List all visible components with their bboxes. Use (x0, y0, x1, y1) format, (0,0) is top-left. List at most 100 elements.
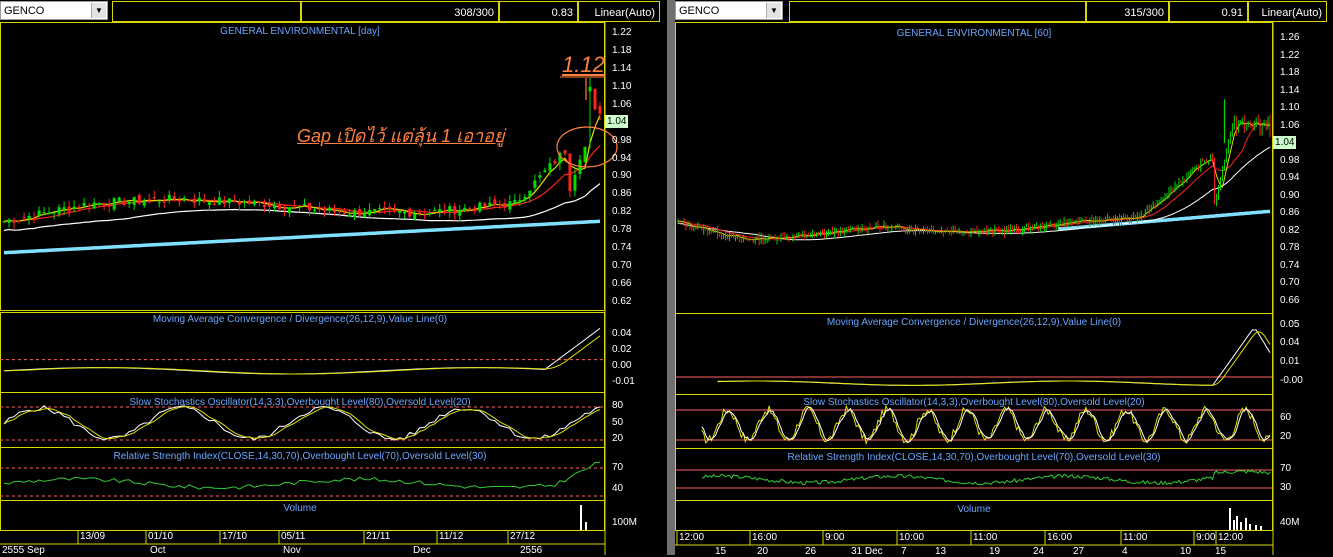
candle-left (2, 221, 6, 223)
symbol-select-right-value: GENCO (679, 5, 720, 17)
rsi-line-right (701, 469, 1271, 486)
candle-left (308, 202, 312, 211)
candle-left (413, 213, 417, 220)
candle-left (518, 200, 522, 203)
left-chart-canvas (0, 22, 618, 555)
header-count-right: 315/300 (1086, 1, 1169, 22)
candle-left (52, 212, 56, 214)
price-tick-right-14: 0.66 (1280, 295, 1300, 306)
x-tick2-right-5: 13 (935, 546, 947, 557)
candle-left (247, 200, 251, 204)
pane-splitter[interactable] (667, 0, 675, 555)
rsi-line-left (3, 461, 601, 490)
candle-left (473, 207, 477, 212)
price-tick-left-0: 1.22 (612, 27, 632, 38)
candle-left (77, 206, 81, 208)
candle-left (408, 208, 412, 217)
candle-left (252, 200, 256, 205)
x-tick-right-6: 11:00 (1123, 532, 1148, 543)
x-tick-right-7: 9:00 (1196, 532, 1216, 543)
candle-left (523, 197, 527, 201)
candle-left (508, 201, 512, 210)
x-tick-right-0: 12:00 (679, 532, 705, 543)
x-tick2-left-3: Dec (413, 545, 431, 556)
candle-left (388, 206, 392, 210)
candle-left (538, 175, 542, 178)
candle-left (142, 201, 146, 206)
price-tick-left-10: 0.78 (612, 224, 632, 236)
symbol-select-right[interactable]: GENCO ▼ (675, 1, 783, 20)
vol-tick-right-0: 40M (1280, 517, 1300, 528)
candle-left (237, 202, 241, 205)
candle-left (217, 197, 221, 205)
candle-left (343, 212, 347, 215)
header-blank-right (789, 1, 1086, 22)
volume-bar-right (1240, 522, 1242, 530)
price-tick-left-5: 0.98 (612, 134, 632, 146)
x-tick2-right-0: 15 (715, 546, 727, 557)
x-tick-right-1: 16:00 (752, 532, 778, 543)
candle-left (222, 199, 226, 204)
macd-tick-left-3: -0.01 (612, 376, 635, 387)
x-tick2-right-10: 10 (1180, 546, 1192, 557)
macd-tick-right-1: 0.04 (1280, 337, 1300, 348)
candle-left (117, 197, 121, 202)
candle-left (393, 209, 397, 211)
header-value-right: 0.91 (1169, 1, 1248, 22)
candle-left (127, 201, 131, 205)
stoch-d-left (3, 406, 601, 440)
price-tick-right-10: 0.82 (1280, 224, 1300, 236)
right-chart-pane: GENCO ▼ 315/300 0.91 Linear(Auto) GENERA… (675, 0, 1333, 557)
chevron-down-icon[interactable]: ▼ (91, 3, 106, 18)
rsi-tick-right-0: 70 (1280, 463, 1292, 474)
candle-left (177, 199, 181, 202)
macd-tick-right-3: -0.00 (1280, 375, 1303, 386)
header-blank-left (112, 1, 301, 22)
candle-left (182, 198, 186, 201)
header-scale-right[interactable]: Linear(Auto) (1248, 1, 1327, 22)
candle-left (172, 196, 176, 200)
candle-left (27, 215, 31, 219)
macd-tick-right-0: 0.05 (1280, 319, 1300, 330)
price-tick-left-12: 0.70 (612, 260, 632, 272)
volume-bar-left (580, 505, 582, 530)
x-tick-right-2: 9:00 (825, 532, 845, 543)
price-tick-right-3: 1.14 (1280, 84, 1300, 96)
price-tick-right-6: 0.98 (1280, 154, 1300, 166)
candle-left (548, 163, 552, 171)
x-tick-right-3: 10:00 (899, 532, 925, 543)
candle-left (227, 198, 231, 204)
candle-left (212, 203, 216, 205)
candle-left (47, 212, 51, 215)
header-scale-left[interactable]: Linear(Auto) (578, 1, 660, 22)
volume-title-right: Volume (957, 504, 991, 515)
candle-left (323, 209, 327, 211)
symbol-select-left[interactable]: GENCO ▼ (0, 1, 108, 20)
volume-bar-right (1249, 524, 1251, 530)
chevron-down-icon[interactable]: ▼ (766, 3, 781, 18)
candle-left (313, 209, 317, 211)
volume-bar-right (1236, 516, 1238, 530)
x-tick-left-4: 21/11 (366, 531, 391, 542)
x-tick-right-8: 12:00 (1218, 532, 1244, 543)
price-tick-right-8: 0.90 (1280, 189, 1300, 201)
volume-bar-right (1260, 526, 1262, 530)
candle-left (137, 195, 141, 204)
price-tick-right-7: 0.94 (1280, 172, 1300, 184)
x-tick-left-0: 13/09 (80, 531, 106, 542)
x-tick2-right-8: 27 (1073, 546, 1085, 557)
x-tick2-right-7: 24 (1033, 546, 1045, 557)
candle-left (82, 202, 86, 207)
candle-left (598, 106, 602, 114)
candle-left (423, 213, 427, 215)
x-tick2-right-9: 4 (1122, 546, 1128, 557)
candle-left (373, 209, 377, 211)
candle-left (543, 170, 547, 173)
macd-tick-left-0: 0.04 (612, 328, 632, 339)
value-right: 0.91 (1221, 7, 1243, 19)
candle-left (157, 201, 161, 203)
candle-left (272, 205, 276, 208)
x-tick2-left-0: 2555 Sep (2, 545, 45, 556)
price-tick-right-1: 1.22 (1280, 49, 1300, 61)
price-tick-right-2: 1.18 (1280, 67, 1300, 79)
